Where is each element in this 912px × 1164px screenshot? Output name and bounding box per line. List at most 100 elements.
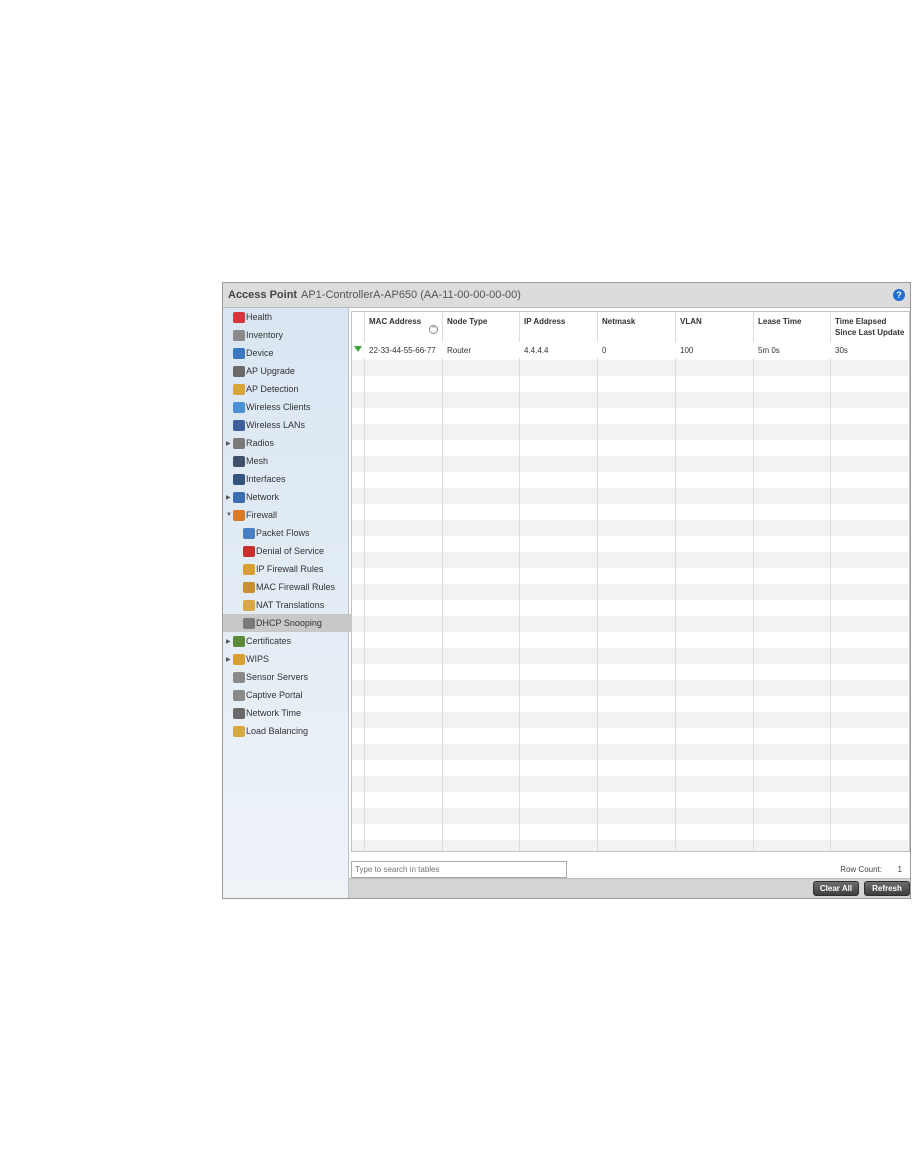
collapsed-arrow-icon[interactable]: ▶	[226, 494, 233, 501]
column-header-line: Time Elapsed	[835, 317, 887, 326]
sidebar-item-label: DHCP Snooping	[256, 618, 322, 628]
column-divider	[675, 312, 676, 851]
sensor-servers-icon	[233, 671, 245, 683]
column-header[interactable]: VLAN	[680, 316, 702, 327]
sidebar-item-packet-flows[interactable]: Packet Flows	[243, 524, 310, 542]
sidebar-item-label: Denial of Service	[256, 546, 325, 556]
column-divider	[597, 312, 598, 851]
navigation-sidebar: Health Inventory Device AP Upgrade AP Detect…	[223, 308, 368, 898]
sidebar-item-network[interactable]: ▶ Network	[226, 488, 279, 506]
column-header[interactable]: Lease Time	[758, 316, 801, 327]
panel-header: Access Point AP1-ControllerA-AP650 (AA-1…	[223, 283, 910, 308]
table-row[interactable]: 22-33-44-55-66-77 Router 4.4.4.4 0 100 5m 0s 3…	[352, 342, 909, 358]
action-bar: Clear All Refresh	[349, 878, 910, 898]
sidebar-item-label: AP Detection	[246, 384, 299, 394]
sidebar-item-label: Wireless Clients	[246, 402, 311, 412]
sidebar-item-nat-translations[interactable]: NAT Translations	[243, 596, 324, 614]
expanded-arrow-icon[interactable]: ▼	[226, 512, 233, 518]
sidebar-item-label: Device	[246, 348, 274, 358]
sidebar-item-device[interactable]: Device	[233, 344, 274, 362]
sort-ascending-icon[interactable]: ^	[429, 325, 438, 334]
sidebar-item-label: Wireless LANs	[246, 420, 306, 430]
sidebar-item-radios[interactable]: ▶ Radios	[226, 434, 274, 452]
sidebar-item-ap-detection[interactable]: AP Detection	[233, 380, 298, 398]
collapsed-arrow-icon[interactable]: ▶	[226, 656, 233, 663]
column-divider	[364, 312, 365, 851]
search-input[interactable]	[351, 861, 567, 878]
sidebar-item-load-balancing[interactable]: Load Balancing	[233, 722, 308, 740]
inventory-icon	[233, 329, 245, 341]
captive-portal-icon	[233, 689, 245, 701]
sidebar-item-ip-firewall-rules[interactable]: IP Firewall Rules	[243, 560, 323, 578]
mesh-icon	[233, 455, 245, 467]
sidebar-item-label: Firewall	[246, 510, 278, 520]
help-icon[interactable]: ?	[893, 289, 905, 301]
table-cell: 22-33-44-55-66-77	[369, 346, 436, 355]
column-divider	[830, 312, 831, 851]
dhcp-snooping-table: MAC Address Node Type IP Address Netmask VLA…	[351, 311, 910, 852]
network-time-icon	[233, 707, 245, 719]
column-divider	[442, 312, 443, 851]
sidebar-item-label: Network Time	[246, 708, 302, 718]
column-divider	[753, 312, 754, 851]
sidebar-item-label: Certificates	[246, 636, 292, 646]
firewall-icon	[233, 509, 245, 521]
sidebar-item-mesh[interactable]: Mesh	[233, 452, 268, 470]
wireless-clients-icon	[233, 401, 245, 413]
column-header[interactable]: IP Address	[524, 316, 565, 327]
sidebar-item-certificates[interactable]: ▶ Certificates	[226, 632, 291, 650]
sidebar-item-wireless-lans[interactable]: Wireless LANs	[233, 416, 305, 434]
column-header[interactable]: Node Type	[447, 316, 487, 327]
clear-all-button[interactable]: Clear All	[813, 881, 859, 896]
sidebar-item-label: Network	[246, 492, 280, 502]
table-cell: 5m 0s	[758, 346, 780, 355]
table-cell: 4.4.4.4	[524, 346, 549, 355]
sidebar-item-label: AP Upgrade	[246, 366, 295, 376]
radios-icon	[233, 437, 245, 449]
sidebar-item-mac-firewall-rules[interactable]: MAC Firewall Rules	[243, 578, 335, 596]
sidebar-item-label: Captive Portal	[246, 690, 303, 700]
row-count-label: Row Count:	[840, 865, 882, 874]
collapsed-arrow-icon[interactable]: ▶	[226, 638, 233, 645]
denial-of-service-icon	[243, 545, 255, 557]
sidebar-item-captive-portal[interactable]: Captive Portal	[233, 686, 303, 704]
sidebar-item-dhcp-snooping[interactable]: DHCP Snooping	[223, 614, 368, 632]
network-icon	[233, 491, 245, 503]
sidebar-item-firewall[interactable]: ▼ Firewall	[226, 506, 277, 524]
column-header[interactable]: MAC Address	[369, 316, 421, 327]
sidebar-item-label: IP Firewall Rules	[256, 564, 324, 574]
collapsed-arrow-icon[interactable]: ▶	[226, 440, 233, 447]
table-cell: 100	[680, 346, 694, 355]
dhcp-snooping-content: MAC Address Node Type IP Address Netmask VLA…	[349, 308, 910, 898]
sidebar-item-denial-of-service[interactable]: Denial of Service	[243, 542, 324, 560]
wireless-lans-icon	[233, 419, 245, 431]
sidebar-item-inventory[interactable]: Inventory	[233, 326, 283, 344]
packet-flows-icon	[243, 527, 255, 539]
sidebar-item-label: NAT Translations	[256, 600, 325, 610]
sidebar-item-label: Mesh	[246, 456, 269, 466]
table-cell: 30s	[835, 346, 848, 355]
column-header[interactable]: Netmask	[602, 316, 635, 327]
sidebar-item-label: Health	[246, 312, 273, 322]
device-icon	[233, 347, 245, 359]
certificates-icon	[233, 635, 245, 647]
access-point-panel: Access Point AP1-ControllerA-AP650 (AA-1…	[222, 282, 911, 899]
column-header-line: Since Last Update	[835, 328, 905, 337]
sidebar-item-interfaces[interactable]: Interfaces	[233, 470, 286, 488]
refresh-button[interactable]: Refresh	[864, 881, 910, 896]
mac-firewall-rules-icon	[243, 581, 255, 593]
sidebar-item-sensor-servers[interactable]: Sensor Servers	[233, 668, 308, 686]
nat-translations-icon	[243, 599, 255, 611]
sidebar-item-network-time[interactable]: Network Time	[233, 704, 301, 722]
ap-detection-icon	[233, 383, 245, 395]
sidebar-item-health[interactable]: Health	[233, 308, 272, 326]
column-header[interactable]: Time Elapsed Since Last Update	[835, 316, 904, 338]
sidebar-item-label: Radios	[246, 438, 275, 448]
row-count-value: 1	[897, 865, 902, 874]
sidebar-item-wireless-clients[interactable]: Wireless Clients	[233, 398, 311, 416]
sidebar-item-wips[interactable]: ▶ WIPS	[226, 650, 269, 668]
device-name: AP1-ControllerA-AP650 (AA-11-00-00-00-00…	[301, 289, 521, 301]
sidebar-item-label: MAC Firewall Rules	[256, 582, 336, 592]
ip-firewall-rules-icon	[243, 563, 255, 575]
sidebar-item-ap-upgrade[interactable]: AP Upgrade	[233, 362, 295, 380]
